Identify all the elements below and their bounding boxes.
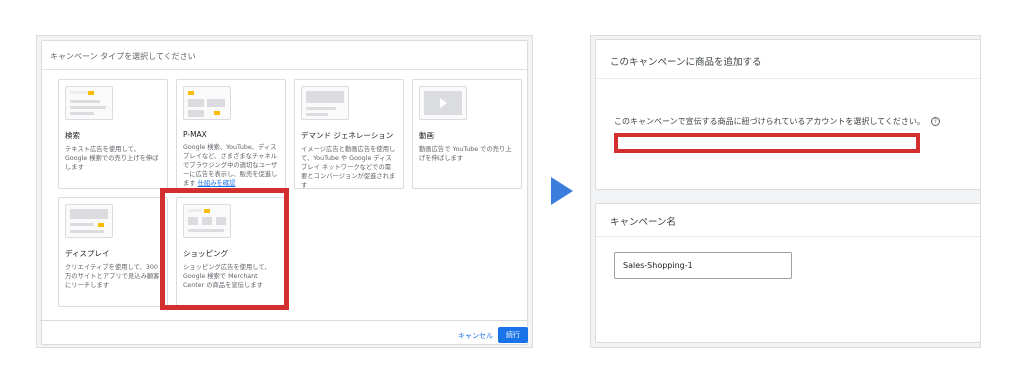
merchant-account-select[interactable]	[614, 133, 920, 153]
play-icon	[440, 98, 447, 108]
learn-more-link[interactable]: 仕組みを確認	[198, 180, 236, 187]
display-thumbnail-icon	[65, 204, 113, 238]
campaign-type-description: Google 検索、YouTube、ディスプレイなど、さまざまなチャネルでブラウ…	[183, 143, 279, 188]
next-step-arrow-icon	[551, 177, 573, 205]
title-divider	[42, 69, 527, 70]
campaign-type-name: P-MAX	[183, 130, 207, 139]
campaign-type-video[interactable]: 動画 動画広告で YouTube での売り上げを伸ばします	[412, 79, 522, 189]
campaign-type-pmax[interactable]: P-MAX Google 検索、YouTube、ディスプレイなど、さまざまなチャ…	[176, 79, 286, 189]
campaign-name-title: キャンペーン名	[610, 217, 677, 228]
shopping-highlight-box	[160, 188, 289, 310]
campaign-type-demand-gen[interactable]: デマンド ジェネレーション イメージ広告と動画広告を使用して、YouTube や…	[294, 79, 404, 189]
search-thumbnail-icon	[65, 86, 113, 120]
help-icon[interactable]: ?	[930, 117, 940, 126]
campaign-type-title: キャンペーン タイプを選択してください	[50, 52, 196, 61]
campaign-type-name: デマンド ジェネレーション	[301, 131, 394, 140]
campaign-type-name: 動画	[419, 131, 434, 140]
pmax-thumbnail-icon	[183, 86, 231, 120]
demand-gen-thumbnail-icon	[301, 86, 349, 120]
campaign-type-description: テキスト広告を使用して、Google 検索での売り上げを伸ばします	[65, 146, 159, 171]
campaign-type-search[interactable]: 検索 テキスト広告を使用して、Google 検索での売り上げを伸ばします	[58, 79, 168, 189]
section-divider	[596, 236, 980, 237]
add-products-section: このキャンペーンに商品を追加する このキャンペーンで宣伝する商品に紐づけられてい…	[595, 39, 980, 190]
add-products-title: このキャンペーンに商品を追加する	[610, 57, 762, 68]
campaign-type-description: クリエイティブを使用して、300 万のサイトとアプリで見込み顧客にリーチします	[65, 264, 160, 289]
campaign-type-description: 動画広告で YouTube での売り上げを伸ばします	[419, 146, 512, 162]
account-instruction: このキャンペーンで宣伝する商品に紐づけられているアカウントを選択してください。?	[614, 116, 940, 127]
video-thumbnail-icon	[419, 86, 467, 120]
campaign-type-description: イメージ広告と動画広告を使用して、YouTube や Google ディスプレイ…	[301, 146, 396, 189]
continue-button[interactable]: 続行	[498, 327, 528, 343]
section-divider	[596, 78, 980, 79]
cancel-button[interactable]: キャンセル	[458, 331, 493, 341]
campaign-settings-panel: このキャンペーンに商品を追加する このキャンペーンで宣伝する商品に紐づけられてい…	[590, 35, 981, 348]
account-instruction-text: このキャンペーンで宣伝する商品に紐づけられているアカウントを選択してください。	[614, 117, 925, 126]
campaign-type-display[interactable]: ディスプレイ クリエイティブを使用して、300 万のサイトとアプリで見込み顧客に…	[58, 197, 168, 307]
campaign-type-name: ディスプレイ	[65, 249, 110, 258]
campaign-type-name: 検索	[65, 131, 80, 140]
campaign-name-input[interactable]: Sales-Shopping-1	[614, 252, 792, 279]
footer-divider	[40, 320, 529, 321]
campaign-name-section: キャンペーン名 Sales-Shopping-1	[595, 203, 980, 343]
